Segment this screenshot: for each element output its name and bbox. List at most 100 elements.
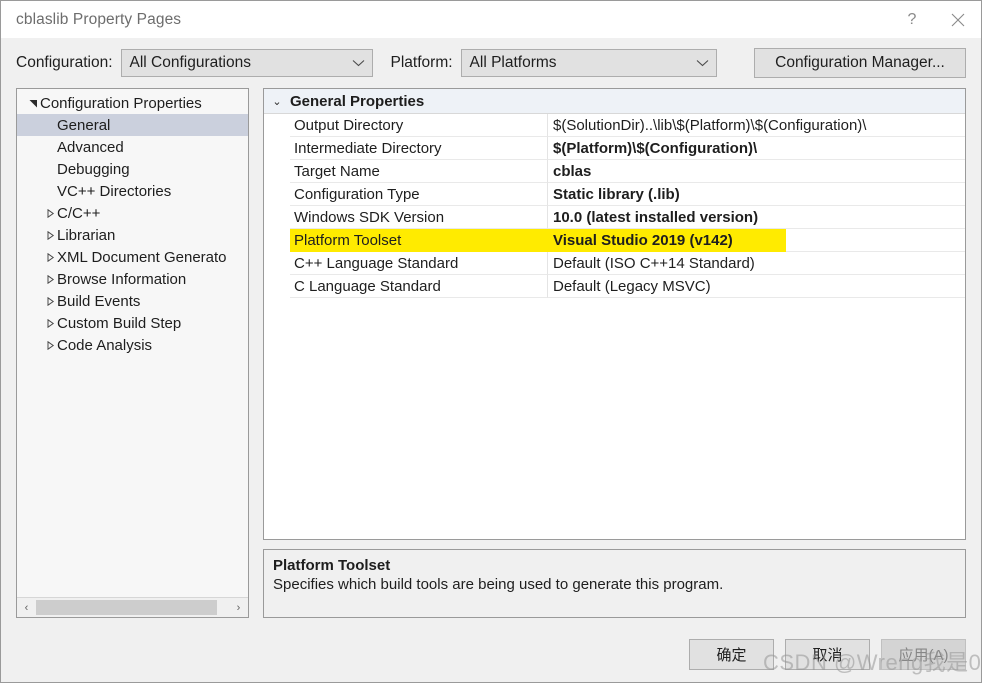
section-title: General Properties bbox=[290, 92, 425, 110]
tree-item-xml-document-generato[interactable]: XML Document Generato bbox=[17, 246, 248, 268]
apply-button: 应用(A) bbox=[881, 639, 966, 670]
configuration-dropdown[interactable]: All Configurations bbox=[120, 49, 373, 77]
tree-item-debugging[interactable]: Debugging bbox=[17, 158, 248, 180]
description-title: Platform Toolset bbox=[273, 557, 391, 574]
triangle-right-icon[interactable] bbox=[43, 340, 57, 350]
properties-grid-rows: Output Directory $(SolutionDir)..\lib\$(P… bbox=[264, 114, 965, 298]
property-row[interactable]: C Language Standard Default (Legacy MSVC) bbox=[264, 275, 965, 298]
cancel-button[interactable]: 取消 bbox=[785, 639, 870, 670]
triangle-right-icon[interactable] bbox=[43, 252, 57, 262]
triangle-right-icon[interactable] bbox=[43, 274, 57, 284]
property-row-indent bbox=[264, 183, 290, 206]
dialog-body: Configuration Properties General Advanced D… bbox=[1, 88, 981, 627]
configuration-bar: Configuration: All Configurations Platfo… bbox=[1, 38, 981, 88]
description-text: Specifies which build tools are being us… bbox=[273, 576, 724, 593]
title-bar: cblaslib Property Pages ? bbox=[1, 1, 981, 38]
scroll-right-icon[interactable]: › bbox=[229, 598, 248, 617]
property-row-indent bbox=[264, 252, 290, 275]
property-value[interactable]: Default (ISO C++14 Standard) bbox=[548, 252, 965, 275]
tree-item-label: Configuration Properties bbox=[40, 94, 202, 112]
description-panel: Platform Toolset Specifies which build t… bbox=[263, 549, 966, 618]
platform-dropdown[interactable]: All Platforms bbox=[460, 49, 717, 77]
tree-item-label: General bbox=[57, 116, 111, 134]
tree-item-label: Librarian bbox=[57, 226, 116, 244]
tree-item-c-c[interactable]: C/C++ bbox=[17, 202, 248, 224]
property-row[interactable]: Configuration Type Static library (.lib) bbox=[264, 183, 965, 206]
property-name: Configuration Type bbox=[290, 183, 548, 206]
property-name: Platform Toolset bbox=[290, 229, 548, 252]
property-value[interactable]: Visual Studio 2019 (v142) bbox=[548, 229, 786, 252]
tree-item-label: Browse Information bbox=[57, 270, 187, 288]
property-row-indent bbox=[264, 275, 290, 298]
configuration-label: Configuration: bbox=[16, 54, 113, 71]
scrollbar-thumb[interactable] bbox=[36, 600, 217, 615]
triangle-down-icon[interactable] bbox=[26, 99, 40, 108]
property-name: C Language Standard bbox=[290, 275, 548, 298]
dialog-footer: 确定 取消 应用(A) bbox=[1, 627, 981, 682]
window-title: cblaslib Property Pages bbox=[16, 10, 182, 28]
close-icon[interactable] bbox=[935, 1, 981, 38]
property-row-indent bbox=[264, 160, 290, 183]
tree-item-librarian[interactable]: Librarian bbox=[17, 224, 248, 246]
property-value[interactable]: cblas bbox=[548, 160, 965, 183]
scroll-left-icon[interactable]: ‹ bbox=[17, 598, 36, 617]
property-row-indent bbox=[264, 206, 290, 229]
property-value[interactable]: $(Platform)\$(Configuration)\ bbox=[548, 137, 965, 160]
chevron-down-icon bbox=[346, 59, 372, 67]
tree-item-code-analysis[interactable]: Code Analysis bbox=[17, 334, 248, 356]
property-value[interactable]: Default (Legacy MSVC) bbox=[548, 275, 965, 298]
triangle-right-icon[interactable] bbox=[43, 230, 57, 240]
property-pages-dialog: cblaslib Property Pages ? Configuration:… bbox=[0, 0, 982, 683]
configuration-manager-button[interactable]: Configuration Manager... bbox=[754, 48, 966, 78]
tree-item-custom-build-step[interactable]: Custom Build Step bbox=[17, 312, 248, 334]
property-name: Windows SDK Version bbox=[290, 206, 548, 229]
property-row[interactable]: Target Name cblas bbox=[264, 160, 965, 183]
tree-item-general[interactable]: General bbox=[17, 114, 248, 136]
property-name: C++ Language Standard bbox=[290, 252, 548, 275]
property-value[interactable]: Static library (.lib) bbox=[548, 183, 965, 206]
property-row-indent bbox=[264, 137, 290, 160]
property-row[interactable]: C++ Language Standard Default (ISO C++14 … bbox=[264, 252, 965, 275]
property-name: Output Directory bbox=[290, 114, 548, 137]
right-pane: ⌄ General Properties Output Directory $(S… bbox=[263, 88, 966, 618]
tree-item-configuration-properties[interactable]: Configuration Properties bbox=[17, 92, 248, 114]
tree-item-label: Advanced bbox=[57, 138, 124, 156]
triangle-right-icon[interactable] bbox=[43, 208, 57, 218]
tree-item-build-events[interactable]: Build Events bbox=[17, 290, 248, 312]
tree-item-label: VC++ Directories bbox=[57, 182, 172, 200]
tree-item-label: Code Analysis bbox=[57, 336, 153, 354]
tree-horizontal-scrollbar[interactable]: ‹ › bbox=[17, 597, 248, 617]
tree-item-label: Debugging bbox=[57, 160, 130, 178]
properties-tree-panel: Configuration Properties General Advanced D… bbox=[16, 88, 249, 618]
tree-item-label: C/C++ bbox=[57, 204, 101, 222]
property-value[interactable]: $(SolutionDir)..\lib\$(Platform)\$(Confi… bbox=[548, 114, 965, 137]
property-row[interactable]: Platform Toolset Visual Studio 2019 (v142… bbox=[264, 229, 965, 252]
property-row[interactable]: Windows SDK Version 10.0 (latest installe… bbox=[264, 206, 965, 229]
property-row[interactable]: Intermediate Directory $(Platform)\$(Conf… bbox=[264, 137, 965, 160]
tree-item-label: Build Events bbox=[57, 292, 141, 310]
chevron-down-icon[interactable]: ⌄ bbox=[264, 95, 290, 108]
tree-item-advanced[interactable]: Advanced bbox=[17, 136, 248, 158]
property-row-indent bbox=[264, 229, 290, 252]
platform-dropdown-value: All Platforms bbox=[469, 54, 557, 71]
property-value[interactable]: 10.0 (latest installed version) bbox=[548, 206, 965, 229]
properties-tree: Configuration Properties General Advanced D… bbox=[17, 89, 248, 597]
title-bar-buttons: ? bbox=[889, 1, 981, 38]
triangle-right-icon[interactable] bbox=[43, 296, 57, 306]
ok-button[interactable]: 确定 bbox=[689, 639, 774, 670]
property-row-indent bbox=[264, 114, 290, 137]
tree-item-label: Custom Build Step bbox=[57, 314, 182, 332]
property-name: Target Name bbox=[290, 160, 548, 183]
triangle-right-icon[interactable] bbox=[43, 318, 57, 328]
platform-label: Platform: bbox=[390, 54, 453, 71]
tree-item-vc-directories[interactable]: VC++ Directories bbox=[17, 180, 248, 202]
chevron-down-icon bbox=[690, 59, 716, 67]
property-row-tail bbox=[786, 229, 965, 252]
property-name: Intermediate Directory bbox=[290, 137, 548, 160]
property-row[interactable]: Output Directory $(SolutionDir)..\lib\$(P… bbox=[264, 114, 965, 137]
tree-item-browse-information[interactable]: Browse Information bbox=[17, 268, 248, 290]
general-properties-section-header[interactable]: ⌄ General Properties bbox=[264, 89, 965, 114]
help-icon[interactable]: ? bbox=[889, 1, 935, 38]
tree-item-label: XML Document Generato bbox=[57, 248, 227, 266]
scrollbar-track[interactable] bbox=[36, 598, 229, 617]
